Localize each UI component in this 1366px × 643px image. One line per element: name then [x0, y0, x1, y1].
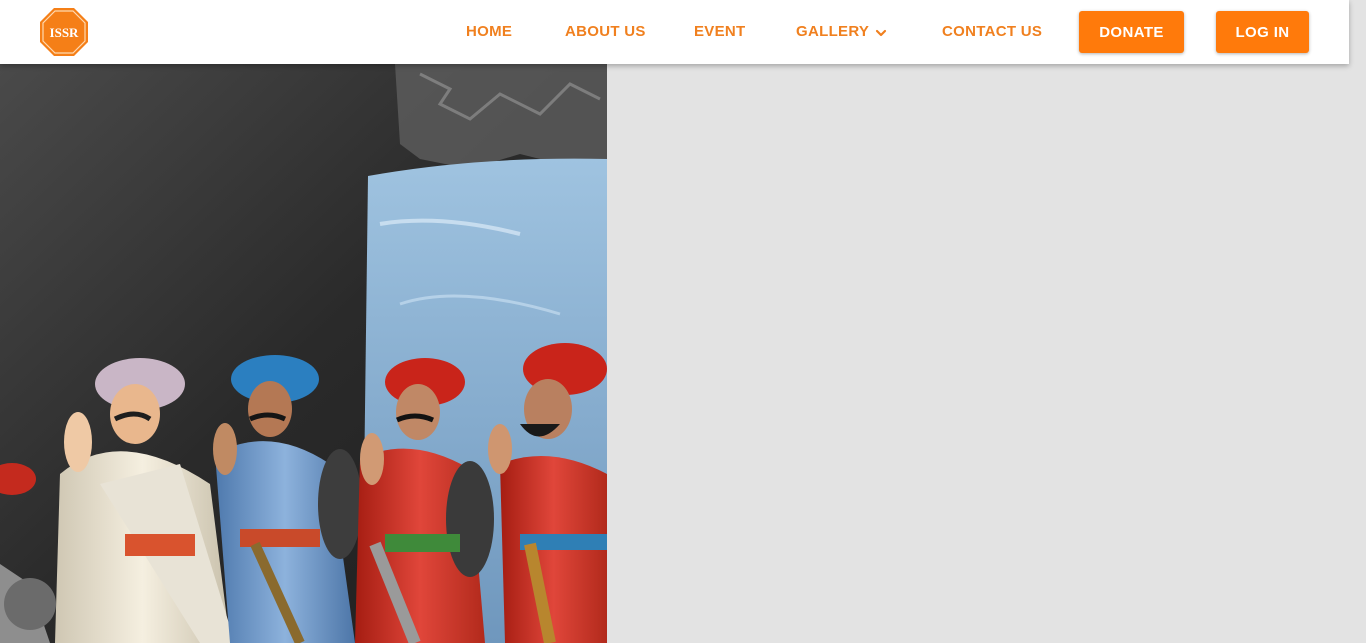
chevron-down-icon[interactable] — [875, 26, 887, 38]
donate-button[interactable]: DONATE — [1079, 11, 1184, 53]
login-button[interactable]: LOG IN — [1216, 11, 1309, 53]
scrollbar-gutter — [1349, 0, 1366, 64]
nav-gallery[interactable]: GALLERY — [796, 22, 869, 42]
logo-text: ISSR — [50, 25, 80, 40]
nav-home[interactable]: HOME — [466, 22, 512, 42]
hero-image — [0, 64, 607, 643]
top-navbar: ISSR HOME ABOUT US EVENT GALLERY CONTACT… — [0, 0, 1349, 64]
issr-logo[interactable]: ISSR — [39, 7, 89, 57]
nav-event[interactable]: EVENT — [694, 22, 746, 42]
nav-about-us[interactable]: ABOUT US — [565, 22, 646, 42]
empty-content-area — [607, 64, 1366, 643]
nav-contact-us[interactable]: CONTACT US — [942, 22, 1042, 42]
